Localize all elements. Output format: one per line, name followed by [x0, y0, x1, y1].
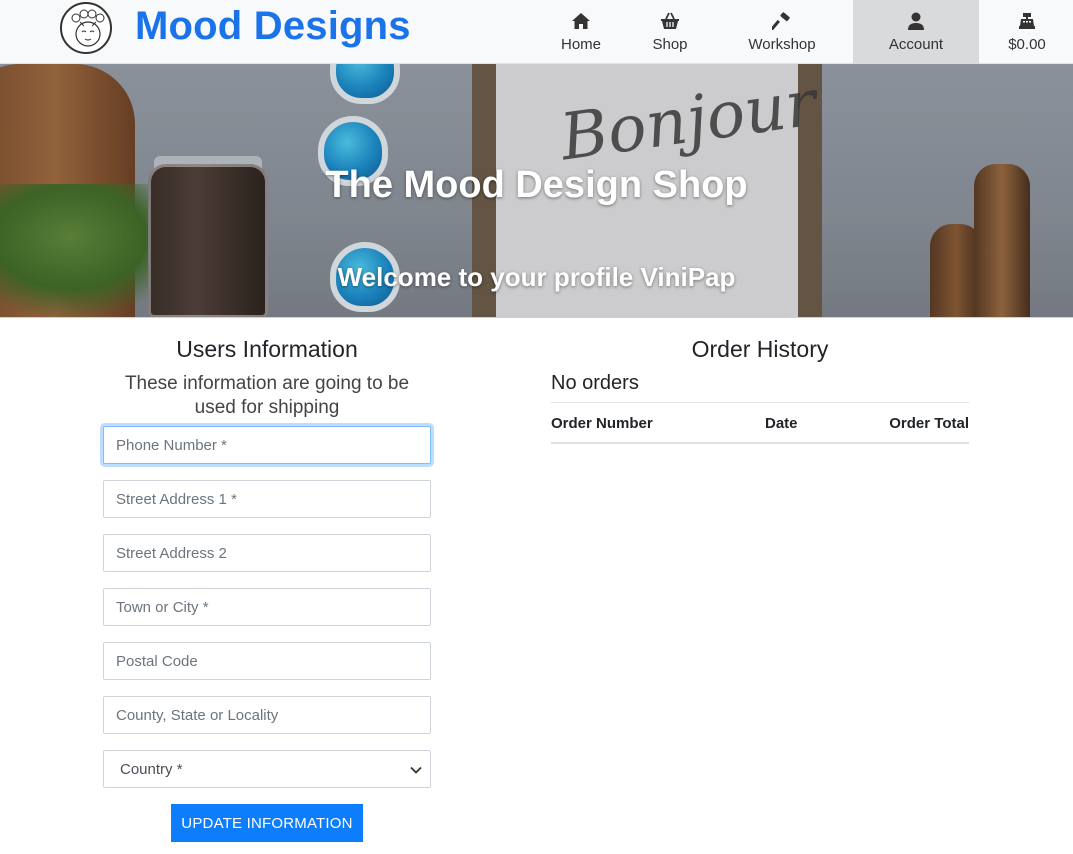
section-title: Order History: [691, 336, 829, 362]
town-city-input[interactable]: [103, 588, 431, 626]
orders-table: Order Number Date Order Total: [551, 402, 969, 444]
country-select[interactable]: Country *: [103, 750, 431, 788]
hammer-icon: [771, 10, 793, 32]
nav-shop-label: Shop: [652, 36, 688, 53]
country-select-value: Country *: [120, 760, 183, 778]
hero-subtitle: Welcome to your profile ViniPap: [337, 262, 736, 292]
brand-name[interactable]: Mood Designs: [135, 4, 411, 49]
nav-workshop-label: Workshop: [748, 36, 816, 53]
site-header: Mood Designs Home Shop Workshop Account …: [0, 0, 1073, 64]
street-address-1-input[interactable]: [103, 480, 431, 518]
nav-cart[interactable]: $0.00: [1003, 0, 1051, 64]
cash-register-icon: [1016, 10, 1038, 32]
nav-account[interactable]: Account: [853, 0, 979, 64]
column-header-order-total: Order Total: [889, 415, 969, 432]
postal-code-input[interactable]: [103, 642, 431, 680]
divider: [0, 317, 1073, 318]
column-header-order-number: Order Number: [551, 415, 653, 432]
chevron-down-icon: [410, 761, 422, 777]
nav-home-label: Home: [560, 36, 601, 53]
nav-account-label: Account: [888, 36, 944, 53]
column-header-date: Date: [765, 415, 798, 432]
section-title: Users Information: [176, 336, 358, 362]
logo-icon[interactable]: [60, 2, 112, 54]
hero-title: The Mood Design Shop: [325, 164, 748, 206]
user-icon: [905, 10, 927, 32]
update-information-button[interactable]: UPDATE INFORMATION: [171, 804, 363, 842]
nav-home[interactable]: Home: [556, 0, 606, 64]
county-state-input[interactable]: [103, 696, 431, 734]
phone-number-input[interactable]: [103, 426, 431, 464]
nav-shop[interactable]: Shop: [646, 0, 694, 64]
hero-banner: Bonjour The Mood Design Shop Welcome to …: [0, 64, 1073, 318]
home-icon: [570, 10, 592, 32]
nav-workshop[interactable]: Workshop: [744, 0, 820, 64]
basket-icon: [659, 10, 681, 32]
cart-total: $0.00: [1008, 36, 1046, 53]
street-address-2-input[interactable]: [103, 534, 431, 572]
section-description: These information are going to be used f…: [124, 373, 410, 418]
no-orders-message: No orders: [551, 372, 639, 394]
